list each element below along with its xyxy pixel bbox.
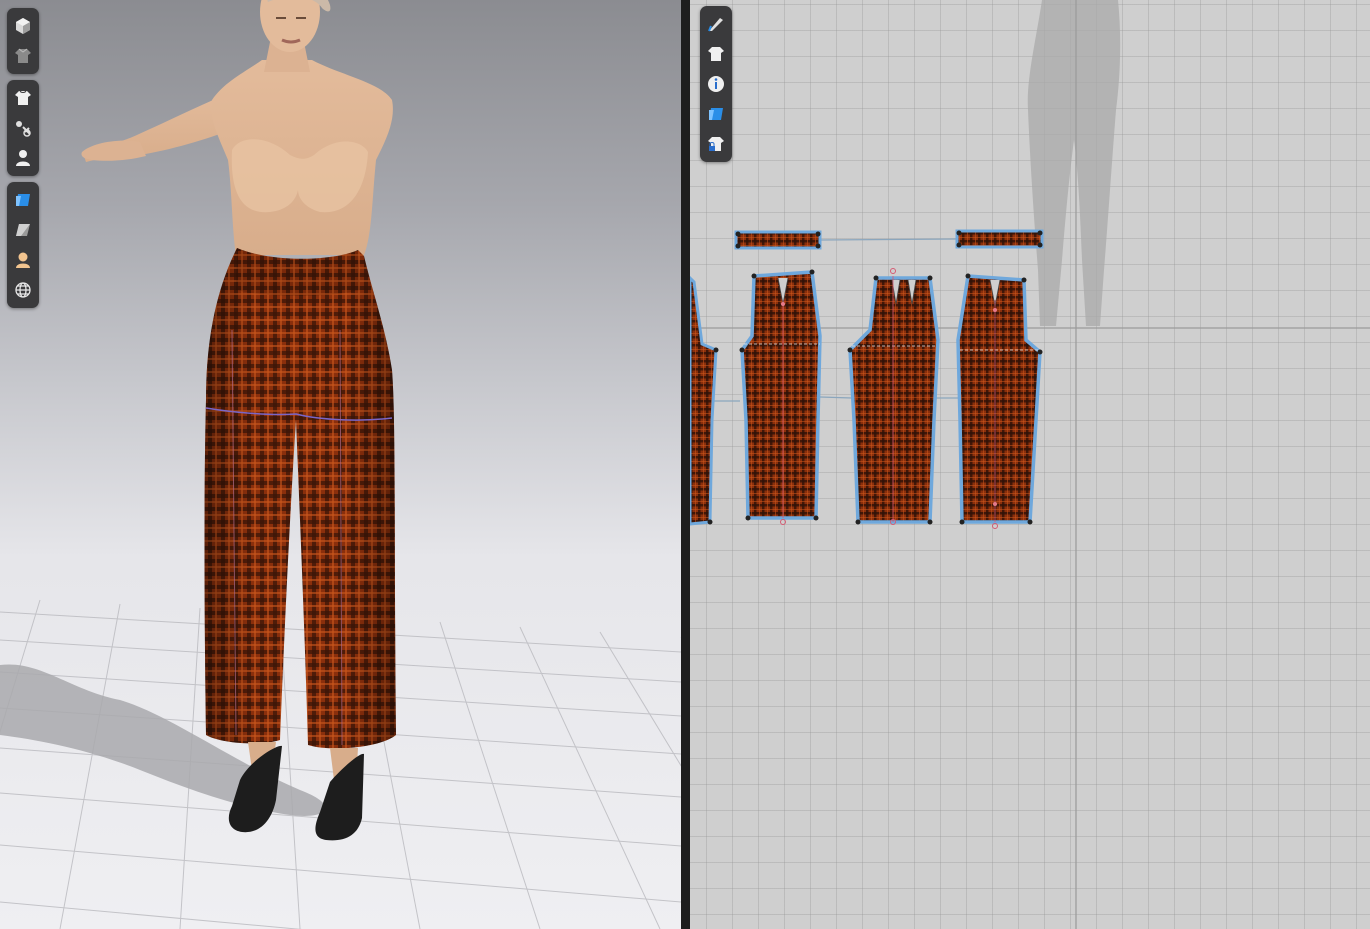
3d-viewport[interactable] (0, 0, 681, 929)
pattern-piece-waistband-left[interactable] (734, 230, 822, 250)
plaid-pants-3d[interactable] (204, 248, 397, 749)
3d-toolbar-display (7, 8, 39, 74)
3d-toolbar-show (7, 80, 39, 176)
show-garment-icon[interactable] (9, 84, 37, 112)
edit-pattern-icon[interactable] (702, 10, 730, 38)
pattern-piece-waistband-right[interactable] (955, 229, 1044, 249)
avatar-head (260, 0, 320, 52)
avatar-silhouette-2d (1027, 0, 1121, 326)
3d-scene[interactable] (0, 0, 681, 929)
avatar-skin-icon[interactable] (9, 246, 37, 274)
pin-tool-icon[interactable] (9, 114, 37, 142)
pattern-piece-front-left[interactable] (739, 269, 822, 525)
texture-display-icon[interactable] (9, 186, 37, 214)
garment-display-icon[interactable] (9, 42, 37, 70)
environment-globe-icon[interactable] (9, 276, 37, 304)
pattern-piece-front-right[interactable] (956, 273, 1043, 529)
viewport-divider[interactable] (681, 0, 690, 929)
info-icon[interactable] (702, 70, 730, 98)
avatar-left-hand (81, 140, 146, 161)
3d-cube-display-icon[interactable] (9, 12, 37, 40)
pattern-piece-partial-left[interactable] (690, 275, 719, 526)
2d-scene[interactable] (690, 0, 1370, 929)
2d-toolbar (700, 6, 732, 162)
fabric-surface-icon[interactable] (9, 216, 37, 244)
texture-2d-icon[interactable] (702, 100, 730, 128)
pattern-piece-back-left[interactable] (847, 268, 940, 525)
show-garment-2d-icon[interactable] (702, 40, 730, 68)
lock-garment-icon[interactable] (702, 130, 730, 158)
2d-pattern-viewport[interactable] (690, 0, 1370, 929)
3d-toolbar-render (7, 182, 39, 308)
show-avatar-icon[interactable] (9, 144, 37, 172)
